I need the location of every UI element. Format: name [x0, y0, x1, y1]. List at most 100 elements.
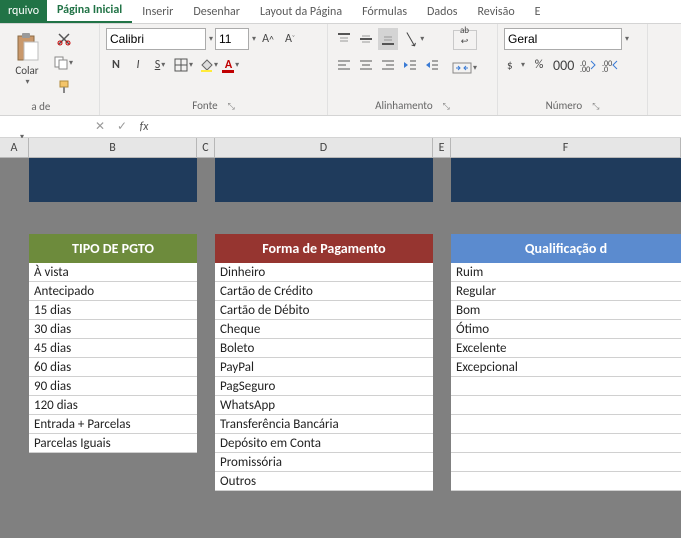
list-forma-pagamento: Forma de Pagamento Dinheiro Cartão de Cr…	[215, 234, 433, 491]
tab-page-layout[interactable]: Layout da Página	[250, 1, 352, 23]
grid-body[interactable]: TIPO DE PGTO À vista Antecipado 15 dias …	[0, 158, 681, 538]
chevron-down-icon[interactable]: ▾	[252, 34, 256, 44]
percent-format-button[interactable]: %	[529, 54, 549, 76]
list-item[interactable]	[451, 453, 681, 472]
align-left-button[interactable]	[334, 54, 354, 76]
list-item[interactable]	[451, 434, 681, 453]
font-name-combo[interactable]	[106, 28, 206, 50]
dialog-launcher-icon[interactable]: ⤡	[228, 101, 235, 112]
list-item[interactable]: Excelente	[451, 339, 681, 358]
list-item[interactable]: Cartão de Crédito	[215, 282, 433, 301]
decrease-indent-button[interactable]	[400, 54, 420, 76]
comma-format-button[interactable]: 000	[551, 54, 576, 76]
list-item[interactable]: Ótimo	[451, 320, 681, 339]
increase-decimal-button[interactable]: .0.00	[578, 54, 598, 76]
list-item[interactable]: Regular	[451, 282, 681, 301]
align-center-button[interactable]	[356, 54, 376, 76]
list-item[interactable]: Ruim	[451, 263, 681, 282]
svg-text:.00: .00	[580, 65, 590, 72]
cancel-formula-button[interactable]: ✕	[89, 119, 111, 134]
formula-input[interactable]	[155, 120, 681, 134]
col-header-A[interactable]: A	[0, 138, 29, 157]
tab-data[interactable]: Dados	[417, 1, 467, 23]
list-item[interactable]: 120 dias	[29, 396, 197, 415]
dialog-launcher-icon[interactable]: ⤡	[592, 101, 599, 112]
tab-review[interactable]: Revisão	[468, 1, 525, 23]
decrease-indent-icon	[403, 58, 417, 72]
list-item[interactable]: 60 dias	[29, 358, 197, 377]
fill-color-button[interactable]: ▾	[197, 54, 220, 76]
align-top-button[interactable]	[334, 28, 354, 50]
tab-formulas[interactable]: Fórmulas	[352, 1, 417, 23]
italic-button[interactable]: I	[128, 54, 148, 76]
align-right-button[interactable]	[378, 54, 398, 76]
borders-button[interactable]: ▾	[172, 54, 195, 76]
fx-button[interactable]: fx	[133, 120, 155, 134]
align-middle-button[interactable]	[356, 28, 376, 50]
chevron-down-icon[interactable]: ▾	[625, 34, 629, 44]
copy-button[interactable]: ▾	[52, 52, 75, 74]
list-item[interactable]: Dinheiro	[215, 263, 433, 282]
underline-button[interactable]: S▾	[150, 54, 170, 76]
align-top-icon	[337, 32, 351, 46]
list-header-tipo-pgto[interactable]: TIPO DE PGTO	[29, 234, 197, 263]
list-item[interactable]: 15 dias	[29, 301, 197, 320]
list-item[interactable]: Antecipado	[29, 282, 197, 301]
orientation-button[interactable]: ⟶▾	[400, 28, 426, 50]
tab-home[interactable]: Página Inicial	[47, 0, 132, 23]
list-item[interactable]: Entrada + Parcelas	[29, 415, 197, 434]
accounting-format-button[interactable]: $▾	[504, 54, 527, 76]
list-item[interactable]: 45 dias	[29, 339, 197, 358]
tab-draw[interactable]: Desenhar	[183, 1, 250, 23]
list-header-forma-pagamento[interactable]: Forma de Pagamento	[215, 234, 433, 263]
list-item[interactable]: Promissória	[215, 453, 433, 472]
align-bottom-button[interactable]	[378, 28, 398, 50]
list-item[interactable]: Boleto	[215, 339, 433, 358]
list-item[interactable]: WhatsApp	[215, 396, 433, 415]
increase-font-button[interactable]: A^	[258, 28, 278, 50]
paste-button[interactable]: Colar ▾	[6, 28, 48, 90]
list-item[interactable]: 30 dias	[29, 320, 197, 339]
list-item[interactable]: Cartão de Débito	[215, 301, 433, 320]
tab-file[interactable]: rquivo	[0, 0, 47, 23]
list-item[interactable]: Bom	[451, 301, 681, 320]
col-header-E[interactable]: E	[433, 138, 451, 157]
list-item[interactable]: Outros	[215, 472, 433, 491]
list-item[interactable]: Parcelas Iguais	[29, 434, 197, 453]
font-color-button[interactable]: A ▾	[222, 54, 242, 76]
list-item[interactable]: PayPal	[215, 358, 433, 377]
list-item[interactable]: Cheque	[215, 320, 433, 339]
number-format-combo[interactable]	[504, 28, 622, 50]
bold-button[interactable]: N	[106, 54, 126, 76]
col-header-F[interactable]: F	[451, 138, 681, 157]
decrease-decimal-button[interactable]: .00.0	[600, 54, 620, 76]
borders-icon	[174, 58, 188, 72]
tab-view[interactable]: E	[525, 1, 551, 23]
list-item[interactable]: Depósito em Conta	[215, 434, 433, 453]
cut-button[interactable]	[52, 28, 75, 50]
list-item[interactable]: PagSeguro	[215, 377, 433, 396]
group-font: ▾ ▾ A^ Aˇ N I S▾ ▾ ▾ A ▾	[100, 24, 328, 115]
merge-center-button[interactable]: ▾	[450, 56, 479, 80]
list-item[interactable]: Transferência Bancária	[215, 415, 433, 434]
confirm-formula-button[interactable]: ✓	[111, 119, 133, 134]
list-item[interactable]: À vista	[29, 263, 197, 282]
col-header-D[interactable]: D	[215, 138, 433, 157]
col-header-C[interactable]: C	[197, 138, 215, 157]
dialog-launcher-icon[interactable]: ⤡	[443, 101, 450, 112]
list-item[interactable]	[451, 415, 681, 434]
tab-insert[interactable]: Inserir	[132, 1, 183, 23]
chevron-down-icon[interactable]: ▾	[209, 34, 213, 44]
col-header-B[interactable]: B	[29, 138, 197, 157]
format-painter-button[interactable]	[52, 76, 75, 98]
font-size-combo[interactable]	[215, 28, 249, 50]
list-item[interactable]: Excepcional	[451, 358, 681, 377]
list-item[interactable]	[451, 377, 681, 396]
list-header-qualificacao[interactable]: Qualificação d	[451, 234, 681, 263]
increase-indent-button[interactable]	[422, 54, 442, 76]
list-item[interactable]: 90 dias	[29, 377, 197, 396]
decrease-font-button[interactable]: Aˇ	[280, 28, 300, 50]
list-item[interactable]	[451, 396, 681, 415]
list-item[interactable]	[451, 472, 681, 491]
wrap-text-button[interactable]: ab↩	[450, 28, 479, 52]
